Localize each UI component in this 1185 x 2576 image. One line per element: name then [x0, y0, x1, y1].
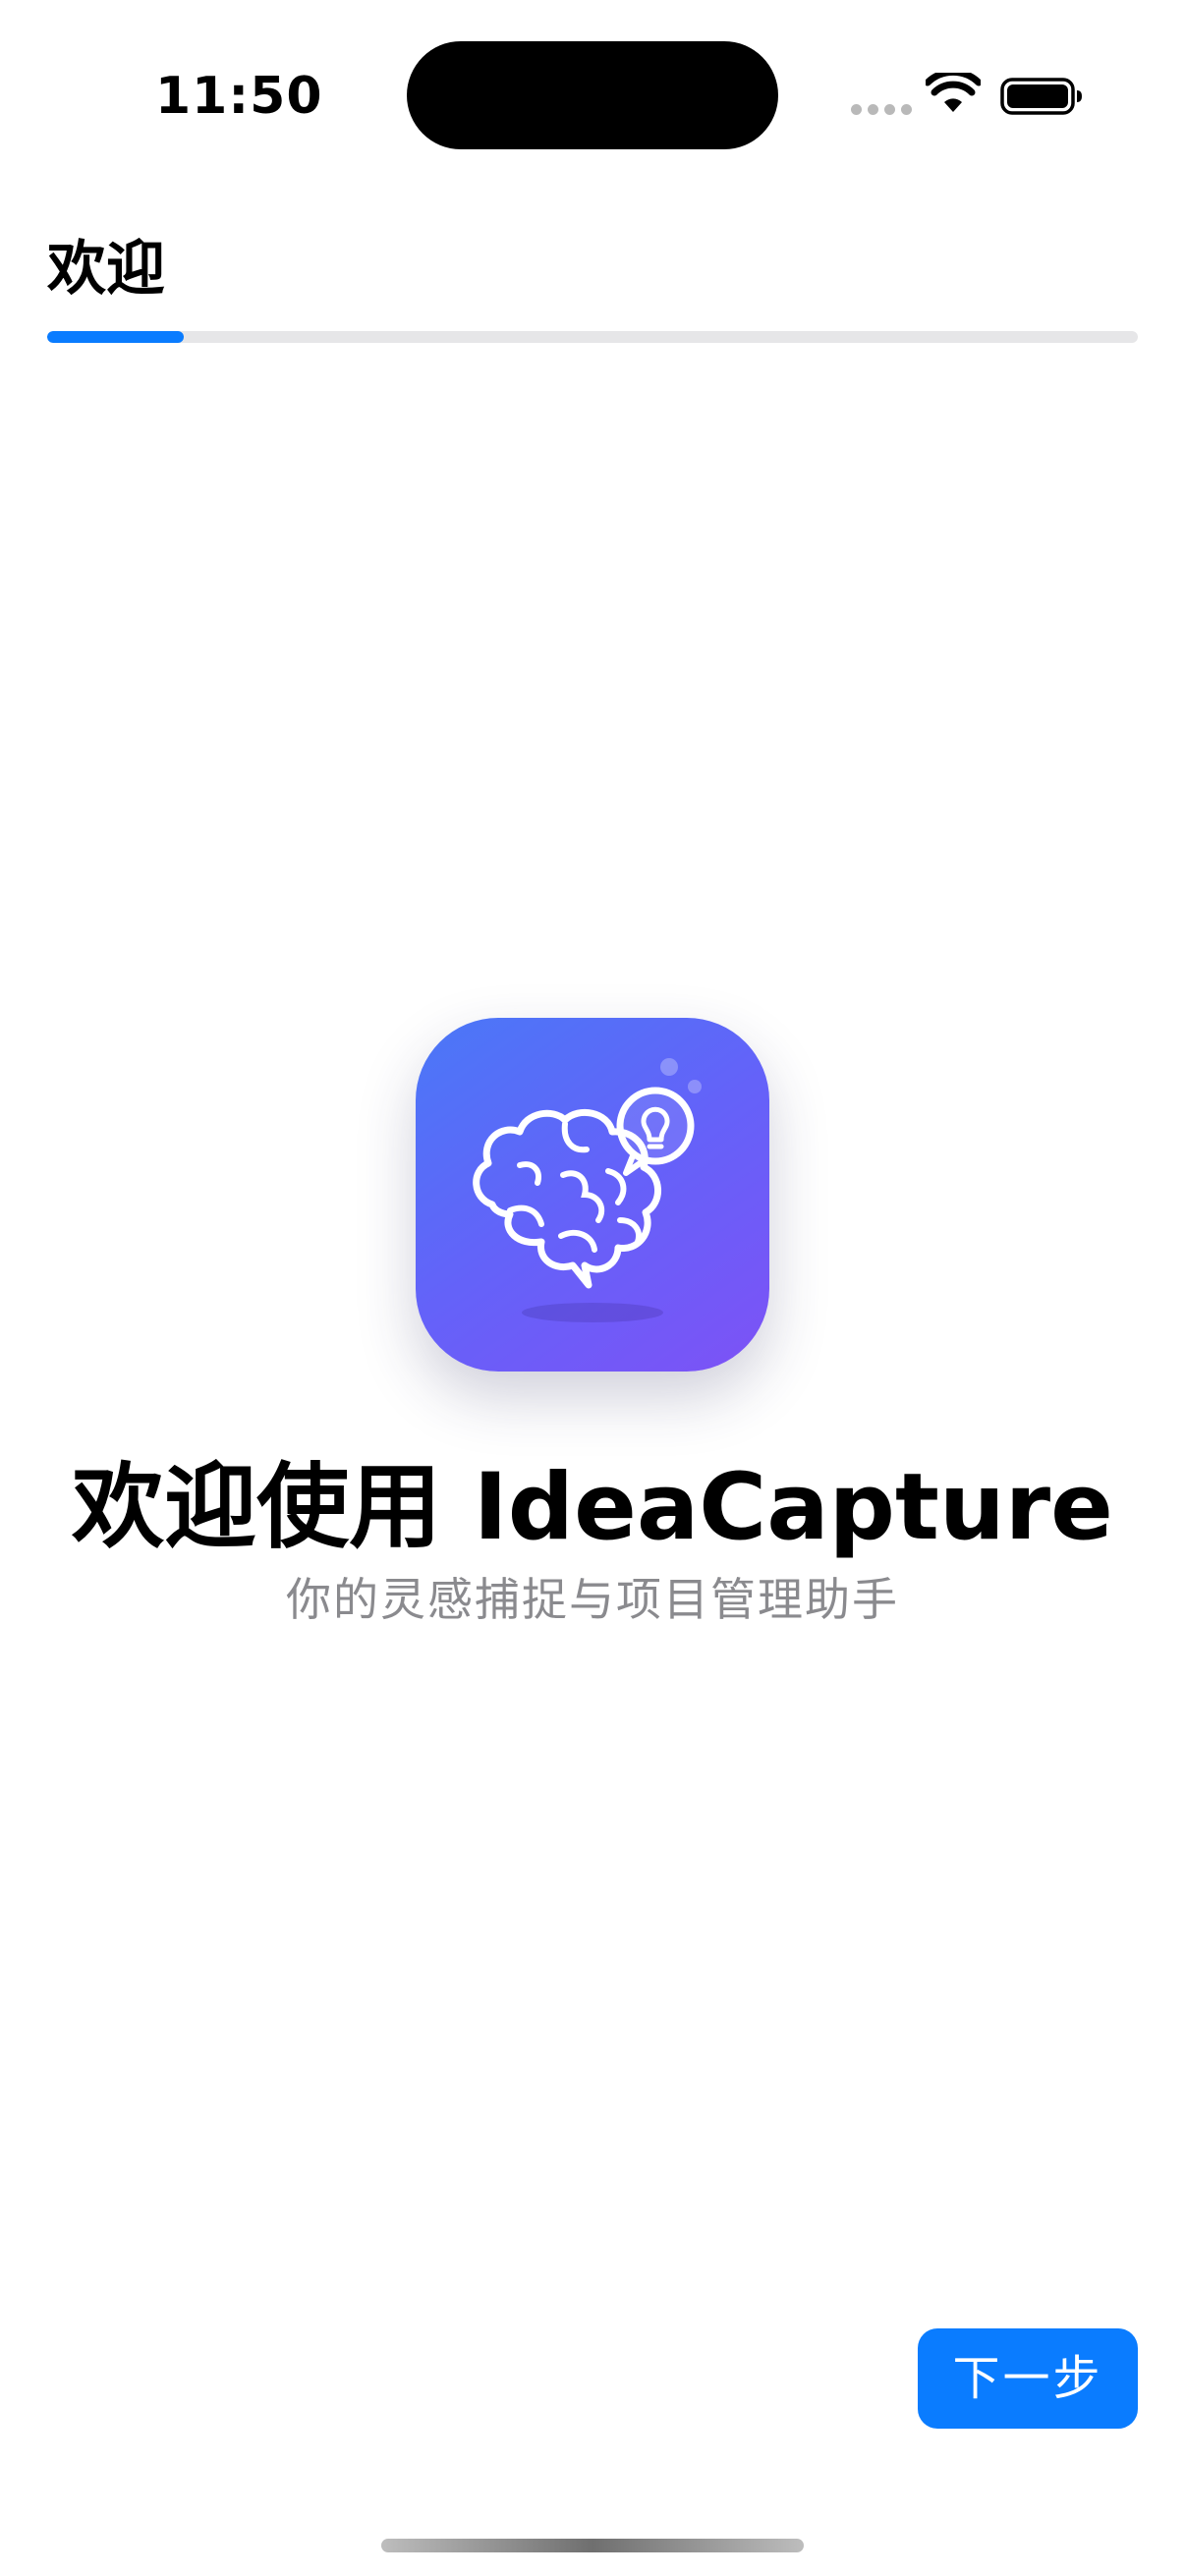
wifi-icon: [926, 73, 981, 112]
home-indicator[interactable]: [381, 2539, 804, 2552]
welcome-title: 欢迎使用 IdeaCapture: [72, 1454, 1113, 1561]
progress-fill: [47, 331, 184, 343]
welcome-subtitle: 你的灵感捕捉与项目管理助手: [286, 1573, 899, 1626]
page-title: 欢迎: [47, 235, 165, 304]
status-time: 11:50: [155, 67, 323, 126]
dynamic-island: [407, 41, 778, 149]
onboarding-progress-bar: [47, 331, 1138, 343]
battery-icon: [1000, 78, 1082, 115]
app-icon: [416, 1018, 769, 1372]
next-button[interactable]: 下一步: [918, 2328, 1138, 2429]
cellular-signal-icon: [851, 104, 912, 115]
brain-lightbulb-icon: [473, 1058, 702, 1322]
